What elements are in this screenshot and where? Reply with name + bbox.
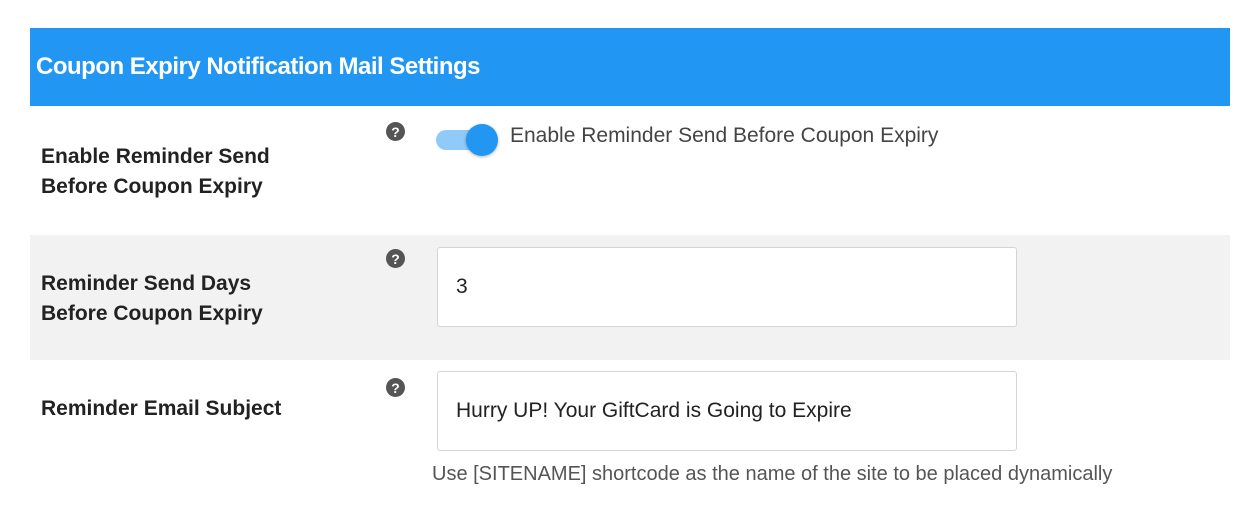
- shortcode-hint: Use [SITENAME] shortcode as the name of …: [432, 463, 1113, 485]
- section-title: Coupon Expiry Notification Mail Settings: [36, 53, 481, 80]
- setting-row-email-subject: Reminder Email Subject ? Use [SITENAME] …: [30, 360, 1230, 500]
- label-line: Before Coupon Expiry: [41, 175, 263, 198]
- reminder-days-input[interactable]: [437, 247, 1017, 327]
- setting-label-reminder-days: Reminder Send Days Before Coupon Expiry: [41, 269, 263, 329]
- help-icon[interactable]: ?: [386, 122, 405, 141]
- label-line: Enable Reminder Send: [41, 145, 270, 168]
- label-line: Before Coupon Expiry: [41, 302, 263, 325]
- settings-panel: Coupon Expiry Notification Mail Settings…: [30, 28, 1230, 500]
- toggle-label: Enable Reminder Send Before Coupon Expir…: [510, 124, 939, 147]
- setting-label-email-subject: Reminder Email Subject: [41, 397, 282, 420]
- label-line: Reminder Send Days: [41, 272, 252, 295]
- setting-label-enable-reminder: Enable Reminder Send Before Coupon Expir…: [41, 142, 270, 202]
- help-icon[interactable]: ?: [386, 249, 405, 268]
- section-header: Coupon Expiry Notification Mail Settings: [30, 28, 1230, 106]
- help-icon[interactable]: ?: [386, 378, 405, 397]
- setting-row-enable-reminder: Enable Reminder Send Before Coupon Expir…: [30, 106, 1230, 235]
- toggle-knob: [466, 124, 498, 156]
- setting-row-reminder-days: Reminder Send Days Before Coupon Expiry …: [30, 235, 1230, 360]
- enable-reminder-toggle[interactable]: [436, 122, 498, 156]
- email-subject-input[interactable]: [437, 371, 1017, 451]
